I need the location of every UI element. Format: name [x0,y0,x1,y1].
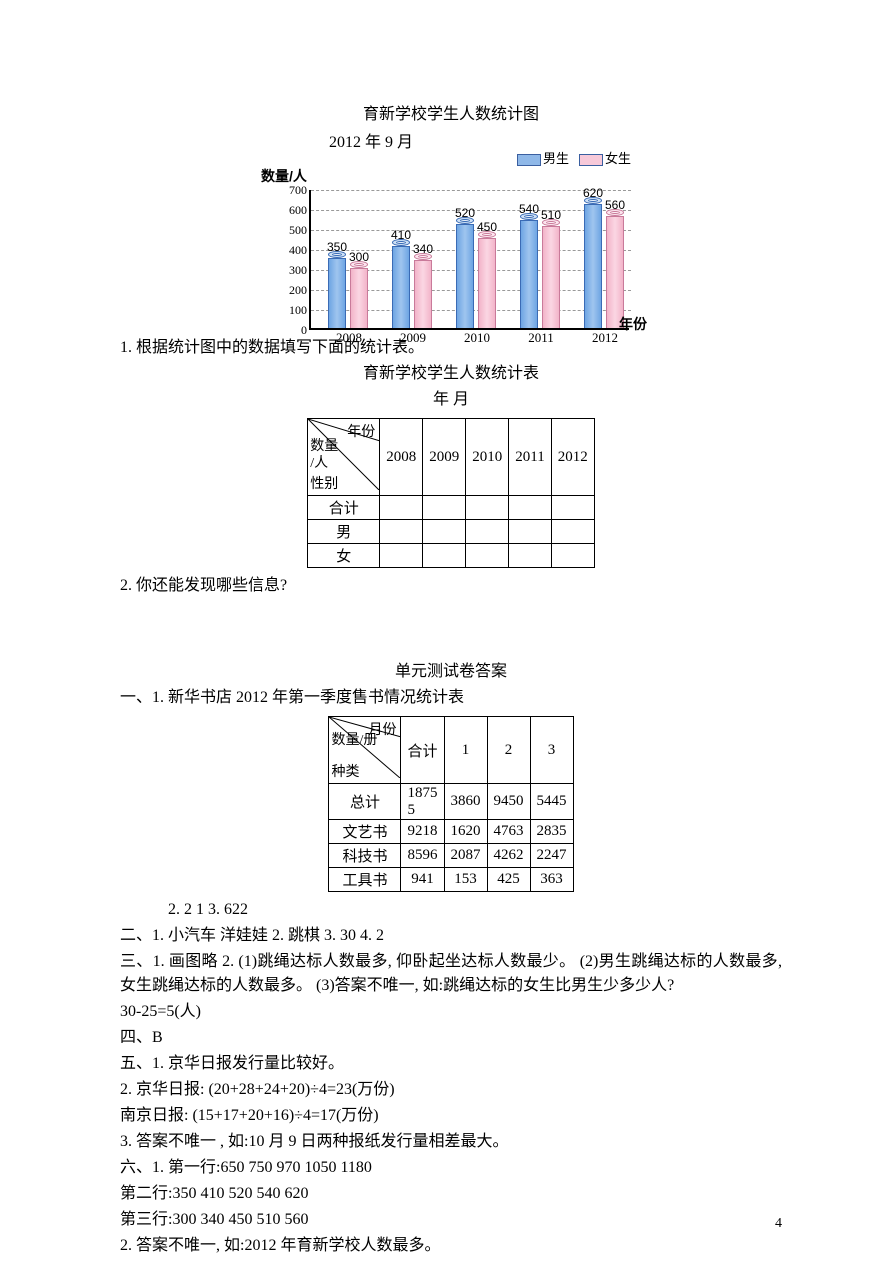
bar-female: 340 [414,257,432,328]
legend-item-female: 女生 [579,148,631,167]
chart-subtitle: 2012 年 9 月 [0,128,782,152]
chart-title: 育新学校学生人数统计图 [120,100,782,124]
table-row: 女 [308,544,594,568]
question-1: 1. 根据统计图中的数据填写下面的统计表。 [120,336,782,360]
q1-table-title: 育新学校学生人数统计表 [120,362,782,386]
table-row: 工具书941153425363 [329,868,573,892]
table-row: 合计 [308,496,594,520]
a1-col-2: 2 [487,717,530,784]
bar-female: 510 [542,223,560,328]
answer-5a: 五、1. 京华日报发行量比较好。 [120,1052,782,1076]
bar-female: 300 [350,265,368,328]
bar-top-ellipse [542,219,560,226]
xtick-label: 2010 [464,330,490,346]
bar-top-ellipse [520,213,538,220]
x-axis-label: 年份 [619,314,647,334]
ytick-label: 700 [281,184,307,196]
answer-5b: 2. 京华日报: (20+28+24+20)÷4=23(万份) [120,1078,782,1102]
ytick-label: 400 [281,244,307,256]
xtick-label: 2011 [528,330,554,346]
answer-5d: 3. 答案不唯一 , 如:10 月 9 日两种报纸发行量相差最大。 [120,1130,782,1154]
q1-table-header-corner: 年份 数量/人 性别 [308,419,380,496]
q1-table-date: 年 月 [120,388,782,412]
bar-top-ellipse [350,261,368,268]
q1-col-2012: 2012 [551,419,594,496]
q1-col-2010: 2010 [466,419,509,496]
bar-chart: 男生 女生 数量/人 0100200300400500600700 350300… [261,170,641,330]
page-number: 4 [775,1216,782,1232]
xtick-label: 2012 [592,330,618,346]
q1-col-2008: 2008 [380,419,423,496]
a1-table-header-corner: 月份 数量/册 种类 [329,717,401,784]
answer-1-table: 月份 数量/册 种类 合计 1 2 3 总计18755386094505445 … [328,716,573,892]
answer-5c: 南京日报: (15+17+20+16)÷4=17(万份) [120,1104,782,1128]
q1-col-2011: 2011 [509,419,551,496]
answer-3b: 30-25=5(人) [120,1000,782,1024]
answers-heading: 单元测试卷答案 [120,660,782,684]
table-row: 总计18755386094505445 [329,784,573,820]
answer-1-rest: 2. 2 1 3. 622 [120,898,782,922]
ytick-label: 500 [281,224,307,236]
ytick-label: 100 [281,304,307,316]
bar-top-ellipse [328,251,346,258]
chart-legend: 男生 女生 [517,148,631,167]
bar-top-ellipse [584,197,602,204]
bar-male: 620 [584,201,602,328]
answer-4: 四、B [120,1026,782,1050]
table-row: 男 [308,520,594,544]
bar-male: 520 [456,221,474,328]
bar-male: 350 [328,255,346,328]
xtick-label: 2008 [336,330,362,346]
a1-col-total: 合计 [401,717,444,784]
ytick-label: 300 [281,264,307,276]
q1-table: 年份 数量/人 性别 2008 2009 2010 2011 2012 合计 男… [307,418,594,568]
bar-male: 540 [520,217,538,328]
answer-6d: 2. 答案不唯一, 如:2012 年育新学校人数最多。 [120,1234,782,1258]
answer-6c: 第三行:300 340 450 510 560 [120,1208,782,1232]
question-2: 2. 你还能发现哪些信息? [120,574,782,598]
answer-3a: 三、1. 画图略 2. (1)跳绳达标人数最多, 仰卧起坐达标人数最少。 (2)… [120,950,782,998]
ytick-label: 600 [281,204,307,216]
bar-female: 450 [478,235,496,328]
bar-top-ellipse [414,253,432,260]
a1-col-1: 1 [444,717,487,784]
bar-top-ellipse [478,231,496,238]
answer-1-intro: 一、1. 新华书店 2012 年第一季度售书情况统计表 [120,686,782,710]
ytick-label: 0 [281,324,307,336]
legend-item-male: 男生 [517,148,569,167]
table-row: 科技书8596208742622247 [329,844,573,868]
a1-col-3: 3 [530,717,573,784]
legend-swatch-male [517,154,541,166]
legend-swatch-female [579,154,603,166]
bar-female: 560 [606,213,624,328]
answer-6b: 第二行:350 410 520 540 620 [120,1182,782,1206]
chart-plot: 0100200300400500600700 35030041034052045… [309,190,629,330]
q1-col-2009: 2009 [423,419,466,496]
bar-top-ellipse [606,209,624,216]
answer-2: 二、1. 小汽车 洋娃娃 2. 跳棋 3. 30 4. 2 [120,924,782,948]
table-row: 文艺书9218162047632835 [329,820,573,844]
ytick-label: 200 [281,284,307,296]
answer-6a: 六、1. 第一行:650 750 970 1050 1180 [120,1156,782,1180]
bar-top-ellipse [392,239,410,246]
bar-top-ellipse [456,217,474,224]
xtick-label: 2009 [400,330,426,346]
